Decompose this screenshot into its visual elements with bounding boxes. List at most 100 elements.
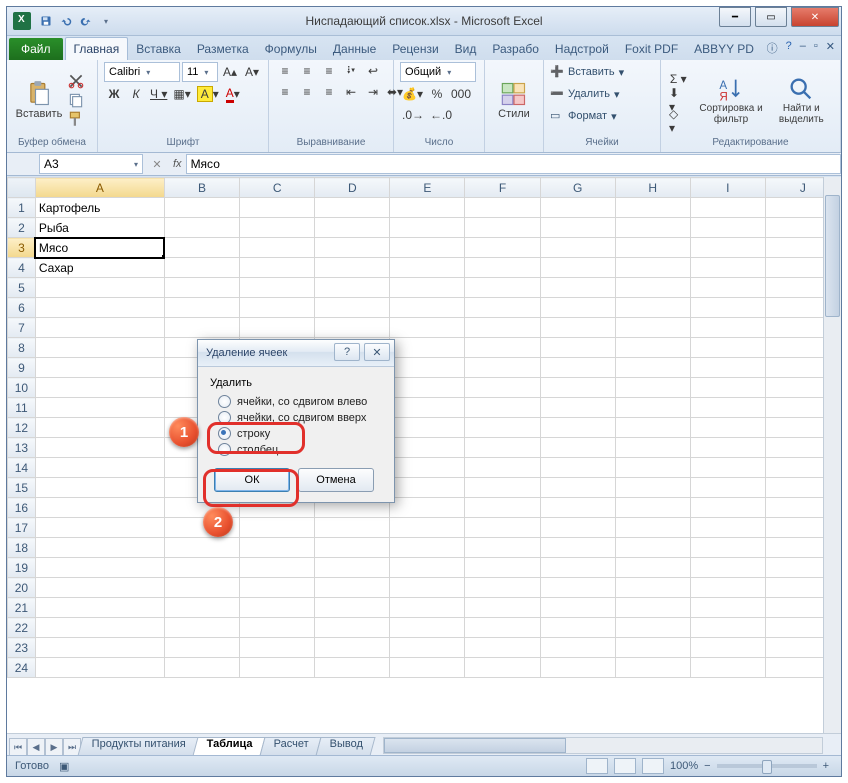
cell[interactable] [540,298,615,318]
cell[interactable] [390,198,465,218]
decrease-decimal-icon[interactable]: ←.0 [428,106,454,124]
cell[interactable] [690,238,765,258]
cell[interactable] [465,658,540,678]
cell[interactable] [35,578,164,598]
cell[interactable] [615,438,690,458]
page-break slpython veak-view-icon[interactable] [642,758,664,774]
cell[interactable] [690,458,765,478]
cell[interactable] [390,418,465,438]
borders-button[interactable]: ▦▾ [171,85,192,103]
cell[interactable] [390,498,465,518]
cell[interactable] [465,338,540,358]
cell[interactable] [540,378,615,398]
cell[interactable] [465,478,540,498]
cell[interactable] [315,578,390,598]
cell[interactable] [390,258,465,278]
row-header[interactable]: 9 [8,358,36,378]
cell[interactable] [315,638,390,658]
cell[interactable] [615,638,690,658]
column-header[interactable]: I [690,178,765,198]
cell[interactable] [35,638,164,658]
cell[interactable] [690,638,765,658]
cell[interactable] [35,378,164,398]
name-box[interactable]: A3▾ [39,154,143,174]
cell[interactable] [465,498,540,518]
fill-color-button[interactable]: A▾ [195,85,221,103]
row-header[interactable]: 23 [8,638,36,658]
cell[interactable] [690,278,765,298]
cell[interactable] [465,418,540,438]
cell[interactable] [690,558,765,578]
cell[interactable]: Картофель [35,198,164,218]
cell[interactable] [164,658,239,678]
wrap-text-icon[interactable]: ↩ [363,62,383,80]
cell[interactable] [540,638,615,658]
cell[interactable] [240,578,315,598]
cell[interactable] [540,478,615,498]
cell[interactable] [465,458,540,478]
cell[interactable] [690,338,765,358]
cell[interactable] [615,658,690,678]
cell[interactable] [390,458,465,478]
column-header[interactable]: F [465,178,540,198]
cell[interactable] [35,498,164,518]
cell[interactable] [615,378,690,398]
cell[interactable] [35,558,164,578]
cell[interactable] [690,518,765,538]
cell[interactable] [540,458,615,478]
insert-cells-button[interactable]: ➕Вставить ▾ [550,62,654,82]
cell[interactable] [390,578,465,598]
cell[interactable] [35,358,164,378]
cell[interactable] [615,578,690,598]
align-center-icon[interactable]: ≡ [297,83,317,101]
cell[interactable] [540,338,615,358]
cell[interactable] [240,618,315,638]
cell[interactable] [315,558,390,578]
cell[interactable] [540,578,615,598]
qat-dropdown-icon[interactable]: ▾ [97,12,115,30]
cell[interactable] [615,258,690,278]
cell[interactable] [690,398,765,418]
maximize-button[interactable]: ▭ [755,7,787,27]
cell[interactable] [240,298,315,318]
cell[interactable] [315,658,390,678]
bold-button[interactable]: Ж [104,85,124,103]
cell[interactable] [164,298,239,318]
cell[interactable] [390,358,465,378]
cell[interactable] [690,198,765,218]
cell[interactable] [390,338,465,358]
tab-review[interactable]: Рецензи [384,38,446,60]
tab-nav-next-icon[interactable]: ▶ [45,738,63,756]
dialog-help-icon[interactable]: ? [334,343,360,361]
cell[interactable] [315,538,390,558]
row-header[interactable]: 16 [8,498,36,518]
cell[interactable] [465,358,540,378]
cell[interactable] [615,518,690,538]
cell[interactable] [615,318,690,338]
cell[interactable] [35,298,164,318]
row-header[interactable]: 20 [8,578,36,598]
cell[interactable] [540,258,615,278]
cell[interactable] [615,478,690,498]
cell[interactable] [240,558,315,578]
zoom-in-icon[interactable]: + [823,760,829,772]
cell[interactable] [240,318,315,338]
row-header[interactable]: 18 [8,538,36,558]
cell[interactable] [690,438,765,458]
cell[interactable] [164,258,239,278]
cell[interactable] [540,218,615,238]
mdi-close-icon[interactable]: ✕ [826,40,835,56]
normal-view-icon[interactable] [586,758,608,774]
file-tab[interactable]: Файл [9,38,63,60]
tab-layout[interactable]: Разметка [189,38,257,60]
cell[interactable] [240,258,315,278]
cell[interactable] [240,238,315,258]
cell[interactable] [390,658,465,678]
cell[interactable] [240,518,315,538]
fx-icon[interactable]: fx [173,158,182,170]
cell[interactable] [35,538,164,558]
cell[interactable] [465,258,540,278]
row-header[interactable]: 11 [8,398,36,418]
cell[interactable] [390,478,465,498]
cell[interactable] [615,458,690,478]
